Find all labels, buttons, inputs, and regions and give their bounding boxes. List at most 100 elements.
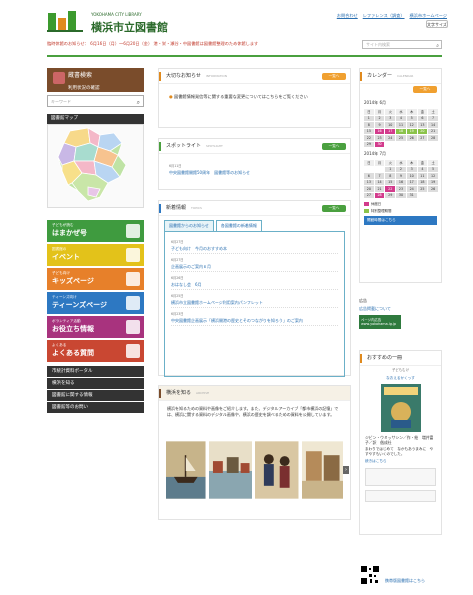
news-link[interactable]: 企画展示のご案内６月 (171, 264, 338, 272)
archive-image-street[interactable] (301, 441, 344, 499)
link-library-info[interactable]: 図書館に関する情報 (47, 390, 144, 401)
notice-header: 大切なお知らせ INFORMATION 一覧へ (159, 69, 350, 84)
header-accent (159, 204, 161, 213)
related-link-box[interactable] (365, 490, 436, 502)
calendar-panel: カレンダー CALENDAR 一覧へ 2014年 6月日月火水木金土 1 2 3 4 5 6 7… (359, 68, 442, 283)
book-more-link[interactable]: 続きはこちら (360, 459, 441, 464)
calendar-day[interactable]: 29 (363, 140, 375, 148)
ad-banner[interactable]: ページ内広告 www.yokohama.lg.jp (359, 315, 401, 329)
calendar-day[interactable]: 29 (384, 191, 397, 199)
link-know-yokohama[interactable]: 横浜を知る (47, 378, 144, 389)
catalog-placeholder: キーワード (51, 99, 71, 104)
news-date: 6月27日 (171, 240, 184, 244)
list-item[interactable]: 6月25日横浜市立図書館ホームページ利用案内パンフレット (171, 293, 338, 308)
left-column: 蔵書検索 利用状況の確認 キーワード ⌕ 図書館マップ 子どもが読む はまかぜ号 … (47, 68, 144, 413)
banner-volunteer[interactable]: ボランティア活動 お役立ち情報 (47, 316, 144, 338)
site-search-input[interactable]: サイト内検索 ⌕ (362, 40, 442, 49)
calendar-day[interactable]: 31 (405, 191, 418, 199)
opening-hours-link[interactable]: 開館時間はこちら (364, 216, 437, 225)
archive-image-ship[interactable] (166, 441, 206, 499)
logo-japanese: 横浜市立図書館 (91, 21, 168, 34)
link-library-contact[interactable]: 図書館等のお問い (47, 402, 144, 413)
spotlight-date: 6月11日 (169, 164, 182, 168)
calendar-more-button[interactable]: 一覧へ (413, 86, 437, 93)
header-accent (360, 354, 362, 363)
news-list: 6月27日 子ども向け 今月のおすすめ本 6月27日 企画展示のご案内６月 6月26… (164, 231, 345, 377)
notice-item[interactable]: ● 図書館情報発信等に関する重要な変更についてはこちらをご覧ください (159, 84, 350, 110)
calendar-day[interactable]: 27 (363, 191, 375, 199)
spotlight-header: スポットライト SPOTLIGHT 一覧へ (159, 139, 350, 154)
book-cover-image[interactable] (380, 384, 421, 432)
ad-info-link[interactable]: 広告掲載について (359, 306, 442, 312)
link-statistics-portal[interactable]: 市統計資料ポータル (47, 366, 144, 377)
library-map-header[interactable]: 図書館マップ (47, 114, 144, 124)
list-item[interactable]: 6月26日おはなし会 6月 (171, 275, 338, 290)
catalog-subtitle: 利用状況の確認 (68, 86, 100, 91)
banner-events[interactable]: 図書館の イベント (47, 244, 144, 266)
header-accent (159, 142, 161, 151)
calendar-day (416, 191, 429, 199)
calendar-day[interactable]: 30 (373, 140, 386, 148)
tab-library-news[interactable]: 図書館からのお知らせ (164, 220, 214, 231)
notice-more-button[interactable]: 一覧へ (322, 73, 346, 80)
gallery-next-arrow-icon[interactable]: › (343, 466, 349, 474)
catalog-search-header[interactable]: 蔵書検索 利用状況の確認 (47, 68, 144, 92)
list-item[interactable]: 6月27日子ども向け 今月のおすすめ本 (171, 239, 338, 254)
catalog-keyword-input[interactable]: キーワード ⌕ (47, 95, 144, 107)
banner-large: キッズページ (52, 277, 94, 285)
top-link-contact[interactable]: お問合わせ (337, 13, 358, 19)
notice-sub: INFORMATION (205, 74, 227, 78)
news-link[interactable]: 中央図書館企画展示「横浜開港の歴史とそのつながりを知ろう」のご案内 (171, 318, 338, 326)
spotlight-panel: スポットライト SPOTLIGHT 一覧へ 6月11日 中央図書館開館50周年 図… (158, 138, 351, 190)
news-date: 6月26日 (171, 276, 184, 280)
banner-teens[interactable]: ティーンズ向け ティーンズページ (47, 292, 144, 314)
news-link[interactable]: 子ども向け 今月のおすすめ本 (171, 246, 338, 254)
news-link[interactable]: おはなし会 6月 (171, 282, 338, 290)
tab-branch-news[interactable]: 各図書館の新着情報 (215, 220, 262, 231)
legend-closed-label: 休館日 (371, 202, 382, 206)
calendar-legend-closed: 休館日 (364, 201, 437, 206)
ad-label: 広告 (359, 298, 367, 303)
news-date: 6月25日 (171, 294, 184, 298)
banner-faq[interactable]: よくある よくある質問 (47, 340, 144, 362)
list-item[interactable]: 6月23日 中央図書館企画展示「横浜開港の歴史とそのつながりを知ろう」のご案内 (171, 311, 338, 326)
site-search-placeholder: サイト内検索 (366, 42, 390, 47)
site-logo[interactable]: YOKOHAMA CITY LIBRARY 横浜市立図書館 (47, 10, 177, 36)
search-icon[interactable]: ⌕ (436, 42, 439, 50)
banner-kids[interactable]: 子ども向け キッズページ (47, 268, 144, 290)
logo-mark-icon (47, 11, 83, 32)
top-link-reference[interactable]: レファレンス（調査） (363, 13, 405, 19)
calendar-day (405, 140, 418, 148)
site-header: YOKOHAMA CITY LIBRARY 横浜市立図書館 お問合わせ レファレ… (0, 0, 473, 40)
related-link-box[interactable] (365, 468, 436, 486)
news-more-button[interactable]: 一覧へ (322, 205, 346, 212)
archive-image-figures[interactable] (255, 441, 299, 499)
recommend-sub: 子どもむけ (392, 368, 409, 372)
banner-large: お役立ち情報 (52, 325, 94, 333)
notice-title: 大切なお知らせ (166, 73, 201, 79)
top-link-city[interactable]: 横浜市ホームページ (410, 13, 447, 19)
header-accent (360, 72, 362, 81)
news-link[interactable]: 横浜市立図書館ホームページ利用案内パンフレット (171, 300, 338, 308)
spotlight-link[interactable]: 中央図書館開館50周年 図書館等のお知らせ (169, 170, 340, 177)
calendar-month-label: 2014年 6月 (364, 100, 386, 105)
qr-code-icon[interactable] (360, 565, 380, 585)
font-size-button[interactable]: 文字サイズ (426, 20, 448, 28)
calendar-day[interactable]: 30 (395, 191, 407, 199)
calendar-day (427, 191, 439, 199)
news-panel: 新着情報 TOPICS 一覧へ 図書館からのお知らせ 各図書館の新着情報 6月27… (158, 200, 351, 377)
search-icon[interactable]: ⌕ (137, 97, 140, 108)
calendar-day[interactable]: 28 (373, 191, 386, 199)
list-item[interactable]: 6月27日企画展示のご案内６月 (171, 257, 338, 272)
news-title: 新着情報 (166, 205, 187, 211)
news-date: 6月27日 (171, 258, 184, 262)
legend-special-label: 特別整理期間 (371, 209, 392, 213)
calendar-day (416, 140, 429, 148)
banner-hamakaze[interactable]: 子どもが読む はまかぜ号 (47, 220, 144, 242)
closure-notice[interactable]: 臨時休館のお知らせ： 6月16日（月）～6月20日（金） 港・栄・瀬谷・中図書館… (47, 39, 357, 49)
spotlight-more-button[interactable]: 一覧へ (322, 143, 346, 150)
library-map[interactable] (47, 124, 144, 208)
mobile-site-link[interactable]: 携帯版図書館はこちら (385, 578, 425, 584)
archive-image-harbor[interactable] (208, 441, 253, 499)
recommend-title: おすすめの一冊 (367, 355, 403, 361)
